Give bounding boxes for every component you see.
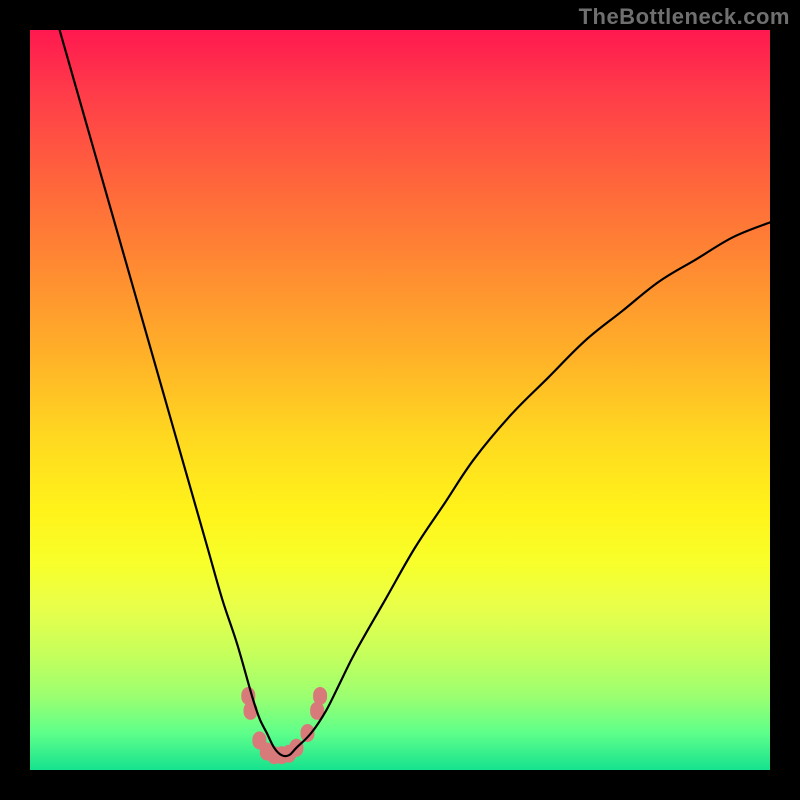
chart-svg [30, 30, 770, 770]
chart-frame: TheBottleneck.com [0, 0, 800, 800]
plot-area [30, 30, 770, 770]
watermark-text: TheBottleneck.com [579, 4, 790, 30]
bottleneck-curve [60, 30, 770, 756]
minimum-markers [241, 687, 327, 764]
marker-dot [313, 687, 327, 705]
